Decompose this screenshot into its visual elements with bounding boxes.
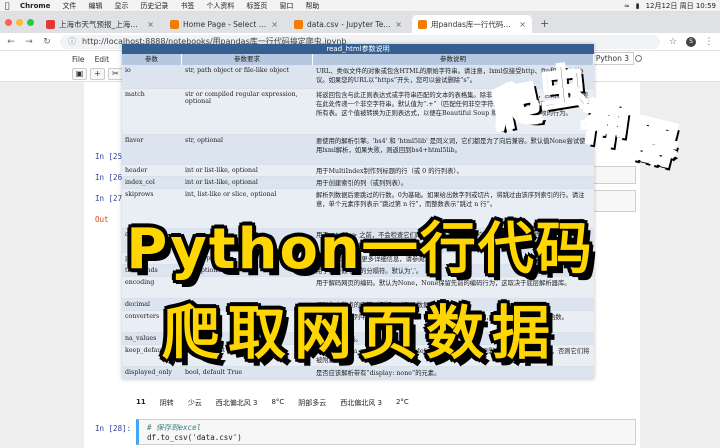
mac-menubar:  Chrome 文件 编辑 显示 历史记录 书签 个人资料 标签页 窗口 帮助… <box>0 0 720 12</box>
table-cell: 西北偏北风 3 <box>215 399 258 407</box>
overlay-title-line1: Python一行代码 <box>126 217 594 282</box>
param-name: header <box>125 167 148 174</box>
table-cell: 阴转 <box>159 399 174 407</box>
close-tab-icon[interactable]: × <box>271 20 278 29</box>
param-name: io <box>125 67 131 74</box>
favicon-icon <box>46 19 55 29</box>
wifi-icon[interactable]: ≈ <box>624 2 630 10</box>
param-description: 用于创建索引的列（或列列表）。 <box>316 180 408 187</box>
save-icon[interactable]: ▣ <box>72 68 87 80</box>
tab-label: Home Page - Select or create a... <box>183 19 268 29</box>
code-cell[interactable]: # 保存到excel df.to_csv('data.csv') <box>136 419 636 445</box>
param-name: match <box>125 91 145 98</box>
table-cell: 2°C <box>395 398 409 406</box>
tab-home-page[interactable]: Home Page - Select or create a... × <box>164 15 284 33</box>
insert-cell-icon[interactable]: + <box>90 68 105 80</box>
tab-label: data.csv - Jupyter Text Editor <box>307 19 392 29</box>
menu-history[interactable]: 历史记录 <box>134 1 174 11</box>
menubar-datetime[interactable]: 12月12日 周日 10:59 <box>646 1 716 11</box>
column-header: 参数要求 <box>182 54 313 65</box>
profile-avatar[interactable]: S <box>686 36 696 47</box>
menu-bookmarks[interactable]: 书签 <box>174 1 200 11</box>
param-type: str, path object or file-like object <box>185 67 290 74</box>
tab-notebook[interactable]: 用pandas库一行代码搞定爬虫 - J... × <box>412 15 532 33</box>
stamp-char: 器 <box>624 109 684 175</box>
menu-view[interactable]: 显示 <box>108 1 134 11</box>
battery-icon[interactable]: ▮ <box>636 2 640 10</box>
tab-strip: 上海市天气预报_上海市10天天... × Home Page - Select … <box>0 12 720 33</box>
menu-file[interactable]: 文件 <box>56 1 82 11</box>
param-name: index_col <box>125 179 155 186</box>
row-index: 11 <box>136 398 146 406</box>
menubar-status-area: ≈ ▮ 12月12日 周日 10:59 <box>624 1 720 11</box>
tab-weather[interactable]: 上海市天气预报_上海市10天天... × <box>40 15 160 33</box>
close-tab-icon[interactable]: × <box>147 20 154 29</box>
param-type: str or compiled regular expression, opti… <box>185 91 298 105</box>
favicon-icon <box>418 19 427 29</box>
close-tab-icon[interactable]: × <box>395 20 402 29</box>
table-cell: 阴部多云 <box>298 399 327 407</box>
overlay-title-line2: 爬取网页数据 <box>161 299 558 367</box>
stamp-char: 神 <box>577 93 632 155</box>
stamp-char: 爬 <box>487 74 545 138</box>
dataframe-row: 11 阴转 少云 西北偏北风 3 8°C 阴部多云 西北偏北风 3 2°C <box>136 398 409 408</box>
window-controls <box>5 19 34 26</box>
site-info-icon[interactable]: ⓘ <box>68 36 76 47</box>
apple-icon[interactable]:  <box>0 1 14 10</box>
menu-window[interactable]: 窗口 <box>273 1 299 11</box>
code-comment: # 保存到excel <box>147 423 202 432</box>
param-type: int or list-like, optional <box>185 167 258 174</box>
cell-prompt: In [28]: <box>95 424 132 433</box>
menu-tabs[interactable]: 标签页 <box>240 1 273 11</box>
minimize-window-icon[interactable] <box>16 19 23 26</box>
jupyter-menu-file[interactable]: File <box>72 55 85 64</box>
zoom-window-icon[interactable] <box>27 19 34 26</box>
overlay-stamp: 爬 虫 神 器 <box>487 48 692 175</box>
menu-profile[interactable]: 个人资料 <box>200 1 240 11</box>
favicon-icon <box>170 19 179 29</box>
column-header: 参数 <box>122 54 182 65</box>
cut-icon[interactable]: ✂ <box>108 68 123 80</box>
new-tab-icon[interactable]: + <box>536 17 553 33</box>
tab-label: 用pandas库一行代码搞定爬虫 - J... <box>431 19 516 29</box>
jupyter-menu-edit[interactable]: Edit <box>95 55 110 64</box>
back-icon[interactable]: ← <box>6 37 16 47</box>
param-type: int or list-like, optional <box>185 179 258 186</box>
close-tab-icon[interactable]: × <box>519 20 526 29</box>
reload-icon[interactable]: ↻ <box>42 37 52 47</box>
menu-app-name[interactable]: Chrome <box>14 2 56 10</box>
more-menu-icon[interactable]: ⋮ <box>704 37 714 47</box>
param-name: flavor <box>125 137 144 144</box>
stamp-char: 虫 <box>537 58 590 119</box>
param-type: str, optional <box>185 137 224 144</box>
tab-data-csv[interactable]: data.csv - Jupyter Text Editor × <box>288 15 408 33</box>
table-row: index_col int or list-like, optional 用于创建索… <box>122 177 594 189</box>
bookmark-star-icon[interactable]: ☆ <box>668 37 678 47</box>
table-cell: 少云 <box>187 399 202 407</box>
close-window-icon[interactable] <box>5 19 12 26</box>
favicon-icon <box>294 19 303 29</box>
menu-edit[interactable]: 编辑 <box>82 1 108 11</box>
table-cell: 西北偏北风 3 <box>340 399 382 407</box>
code-line: df.to_csv('data.csv') <box>147 433 242 442</box>
tab-label: 上海市天气预报_上海市10天天... <box>59 19 144 29</box>
menu-help[interactable]: 帮助 <box>299 1 325 11</box>
table-cell: 8°C <box>271 398 285 406</box>
forward-icon[interactable]: → <box>24 37 34 47</box>
